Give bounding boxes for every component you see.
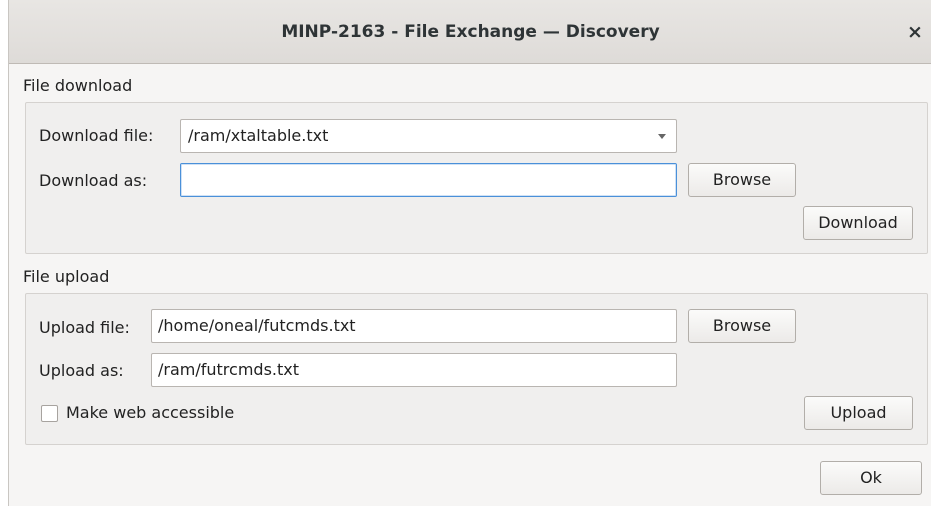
download-as-input[interactable]: [180, 163, 677, 197]
download-group: Download file: /ram/xtaltable.txt Downlo…: [25, 102, 928, 254]
title-bar[interactable]: MINP-2163 - File Exchange — Discovery ×: [9, 0, 931, 64]
download-file-label: Download file:: [39, 126, 154, 145]
close-icon[interactable]: ×: [906, 22, 924, 42]
upload-file-label: Upload file:: [39, 318, 130, 337]
upload-group: Upload file: /home/oneal/futcmds.txt Bro…: [25, 293, 928, 445]
upload-button[interactable]: Upload: [804, 396, 913, 430]
chevron-down-icon: [658, 134, 666, 139]
download-file-value: /ram/xtaltable.txt: [188, 126, 329, 145]
download-button[interactable]: Download: [803, 206, 913, 240]
upload-section-label: File upload: [23, 267, 110, 286]
ok-button[interactable]: Ok: [820, 461, 922, 495]
download-section-label: File download: [23, 76, 133, 95]
upload-as-label: Upload as:: [39, 361, 124, 380]
download-as-label: Download as:: [39, 171, 148, 190]
download-browse-button[interactable]: Browse: [688, 163, 796, 197]
window-title: MINP-2163 - File Exchange — Discovery: [281, 22, 660, 42]
download-file-combobox[interactable]: /ram/xtaltable.txt: [180, 119, 677, 153]
upload-file-input[interactable]: /home/oneal/futcmds.txt: [151, 309, 677, 343]
upload-as-input[interactable]: /ram/futrcmds.txt: [151, 353, 677, 387]
file-exchange-dialog: MINP-2163 - File Exchange — Discovery × …: [8, 0, 931, 506]
web-accessible-checkbox[interactable]: [41, 405, 58, 422]
upload-browse-button[interactable]: Browse: [688, 309, 796, 343]
web-accessible-label[interactable]: Make web accessible: [66, 403, 234, 422]
